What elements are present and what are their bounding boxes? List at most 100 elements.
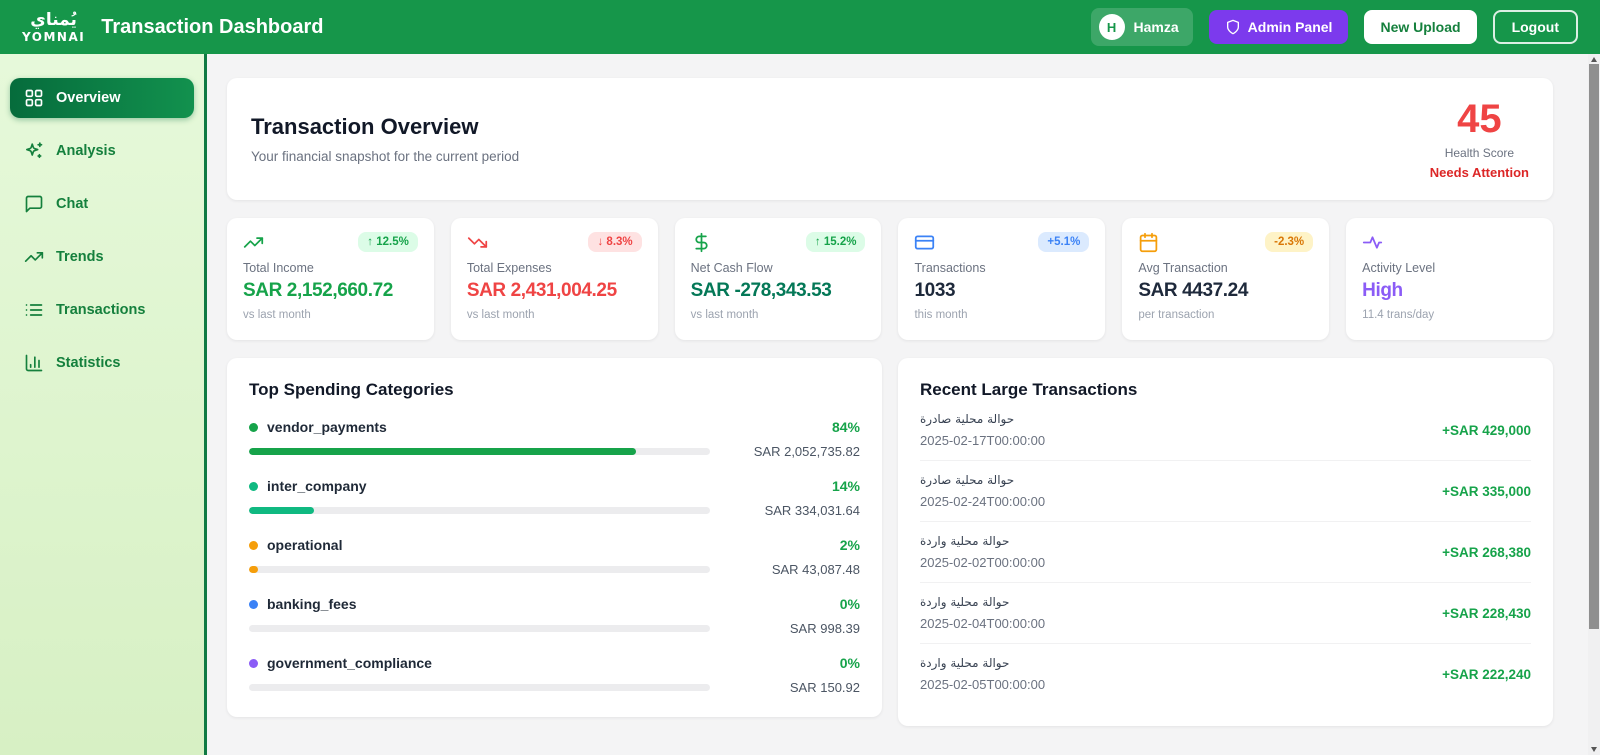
new-upload-button[interactable]: New Upload xyxy=(1364,10,1477,44)
change-badge: ↑ 12.5% xyxy=(358,232,418,252)
category-bar xyxy=(249,684,710,691)
category-bar xyxy=(249,507,710,514)
spending-title: Top Spending Categories xyxy=(249,380,454,399)
sidebar-item-analysis[interactable]: Analysis xyxy=(10,131,194,171)
sidebar-item-statistics[interactable]: Statistics xyxy=(10,343,194,383)
transaction-amount: +SAR 222,240 xyxy=(1442,666,1531,682)
transaction-date: 2025-02-04T00:00:00 xyxy=(920,616,1046,631)
kpi-label: Net Cash Flow xyxy=(690,261,773,275)
category-bar xyxy=(249,448,710,455)
transaction-date: 2025-02-05T00:00:00 xyxy=(920,677,1046,692)
health-score-status: Needs Attention xyxy=(1429,164,1529,180)
page-subtitle: Your financial snapshot for the current … xyxy=(251,149,520,164)
change-badge: ↓ 8.3% xyxy=(588,232,642,252)
user-chip[interactable]: H Hamza xyxy=(1090,8,1193,46)
transaction-date: 2025-02-17T00:00:00 xyxy=(920,433,1046,448)
kpi-sub: vs last month xyxy=(243,309,311,321)
logo-arabic-text: يُمناي xyxy=(30,9,77,30)
category-row: operational 2% SAR 43,087.48 xyxy=(249,537,860,577)
kpi-card-total-expenses: ↓ 8.3% Total Expenses SAR 2,431,004.25 v… xyxy=(450,218,658,340)
logout-button[interactable]: Logout xyxy=(1492,10,1578,44)
kpi-card-net-cash-flow: ↑ 15.2% Net Cash Flow SAR -278,343.53 vs… xyxy=(674,218,882,340)
sidebar-item-label: Overview xyxy=(56,90,121,106)
kpi-sub: per transaction xyxy=(1138,309,1215,321)
activity-icon xyxy=(1363,236,1383,249)
kpi-value: SAR 4437.24 xyxy=(1138,280,1249,301)
category-name: inter_company xyxy=(267,478,367,494)
sidebar-item-trends[interactable]: Trends xyxy=(10,237,194,277)
top-bar: يُمناي YOMNAI Transaction Dashboard H Ha… xyxy=(0,0,1600,54)
kpi-card-avg-transaction: -2.3% Avg Transaction SAR 4437.24 per tr… xyxy=(1122,218,1330,340)
calendar-icon xyxy=(1140,232,1158,253)
sidebar-item-label: Chat xyxy=(56,196,89,212)
transactions-title: Recent Large Transactions xyxy=(920,380,1138,399)
category-amount: SAR 998.39 xyxy=(789,621,860,636)
scroll-up-arrow[interactable] xyxy=(1591,57,1597,62)
category-bar-fill xyxy=(249,448,637,455)
kpi-sub: 11.4 trans/day xyxy=(1362,309,1435,321)
shield-icon xyxy=(1226,19,1239,35)
transaction-date: 2025-02-02T00:00:00 xyxy=(920,555,1046,570)
overview-heading-group: Transaction Overview Your financial snap… xyxy=(251,114,519,164)
category-amount: SAR 43,087.48 xyxy=(771,562,860,577)
transaction-name: حوالة محلية واردة xyxy=(920,656,1010,670)
transaction-overview-card: Transaction Overview Your financial snap… xyxy=(227,78,1553,200)
trending-down-icon xyxy=(467,237,487,248)
change-badge: -2.3% xyxy=(1265,232,1314,252)
transaction-date: 2025-02-24T00:00:00 xyxy=(920,494,1046,509)
bar-chart-icon xyxy=(25,354,43,372)
kpi-card-activity-level: Activity Level High 11.4 trans/day xyxy=(1346,218,1553,340)
change-badge: ↑ 15.2% xyxy=(805,232,866,252)
trending-up-icon xyxy=(24,252,44,262)
new-upload-label: New Upload xyxy=(1380,19,1461,35)
kpi-sub: vs last month xyxy=(466,309,535,321)
category-amount: SAR 334,031.64 xyxy=(764,503,860,518)
kpi-card-total-income: ↑ 12.5% Total Income SAR 2,152,660.72 vs… xyxy=(227,218,434,340)
sidebar-item-label: Trends xyxy=(56,249,104,265)
top-spending-categories-card: Top Spending Categories vendor_payments … xyxy=(227,358,882,717)
admin-panel-button[interactable]: Admin Panel xyxy=(1208,10,1349,44)
category-row: inter_company 14% SAR 334,031.64 xyxy=(249,478,860,518)
kpi-label: Activity Level xyxy=(1362,261,1436,275)
kpi-value: SAR 2,431,004.25 xyxy=(466,280,617,301)
sidebar-item-transactions[interactable]: Transactions xyxy=(10,290,194,330)
sidebar: Overview Analysis Chat Trends Transactio… xyxy=(0,54,207,755)
transaction-amount: +SAR 429,000 xyxy=(1442,422,1531,438)
topbar-actions: H Hamza Admin Panel New Upload Logout xyxy=(1090,8,1578,46)
user-name: Hamza xyxy=(1133,19,1179,35)
logout-label: Logout xyxy=(1511,19,1559,35)
category-bar xyxy=(249,566,710,573)
category-row: banking_fees 0% SAR 998.39 xyxy=(249,596,860,636)
scrollbar-thumb[interactable] xyxy=(1589,64,1599,629)
main-content: Transaction Overview Your financial snap… xyxy=(207,54,1600,755)
category-row: vendor_payments 84% SAR 2,052,735.82 xyxy=(249,419,860,459)
category-bar-fill xyxy=(249,566,259,573)
list-icon xyxy=(25,304,43,316)
category-dot xyxy=(249,658,258,668)
transaction-row: حوالة محلية واردة 2025-02-02T00:00:00 +S… xyxy=(920,522,1531,583)
avatar: H xyxy=(1098,14,1125,40)
transaction-name: حوالة محلية واردة xyxy=(920,595,1010,609)
sidebar-item-chat[interactable]: Chat xyxy=(10,184,194,224)
yomnai-logo: يُمناي YOMNAI xyxy=(22,9,85,43)
category-name: government_compliance xyxy=(267,655,432,671)
kpi-card-transactions: +5.1% Transactions 1033 this month xyxy=(898,218,1106,340)
kpi-value: SAR 2,152,660.72 xyxy=(243,280,393,301)
category-percent: 14% xyxy=(831,478,860,494)
category-percent: 0% xyxy=(839,655,860,671)
category-bar xyxy=(249,625,710,632)
page-title: Transaction Overview xyxy=(251,114,479,139)
transaction-amount: +SAR 268,380 xyxy=(1442,544,1531,560)
category-row: government_compliance 0% SAR 150.92 xyxy=(249,655,860,695)
vertical-scrollbar[interactable] xyxy=(1588,54,1600,755)
sidebar-item-overview[interactable]: Overview xyxy=(10,78,194,118)
credit-card-icon xyxy=(915,235,935,250)
kpi-row: ↑ 12.5% Total Income SAR 2,152,660.72 vs… xyxy=(227,218,1553,340)
category-amount: SAR 150.92 xyxy=(789,680,860,695)
scroll-down-arrow[interactable] xyxy=(1591,747,1597,752)
category-percent: 2% xyxy=(839,537,860,553)
category-percent: 84% xyxy=(831,419,860,435)
change-badge: +5.1% xyxy=(1038,232,1090,252)
trending-up-icon xyxy=(243,237,264,248)
category-dot xyxy=(249,422,258,432)
